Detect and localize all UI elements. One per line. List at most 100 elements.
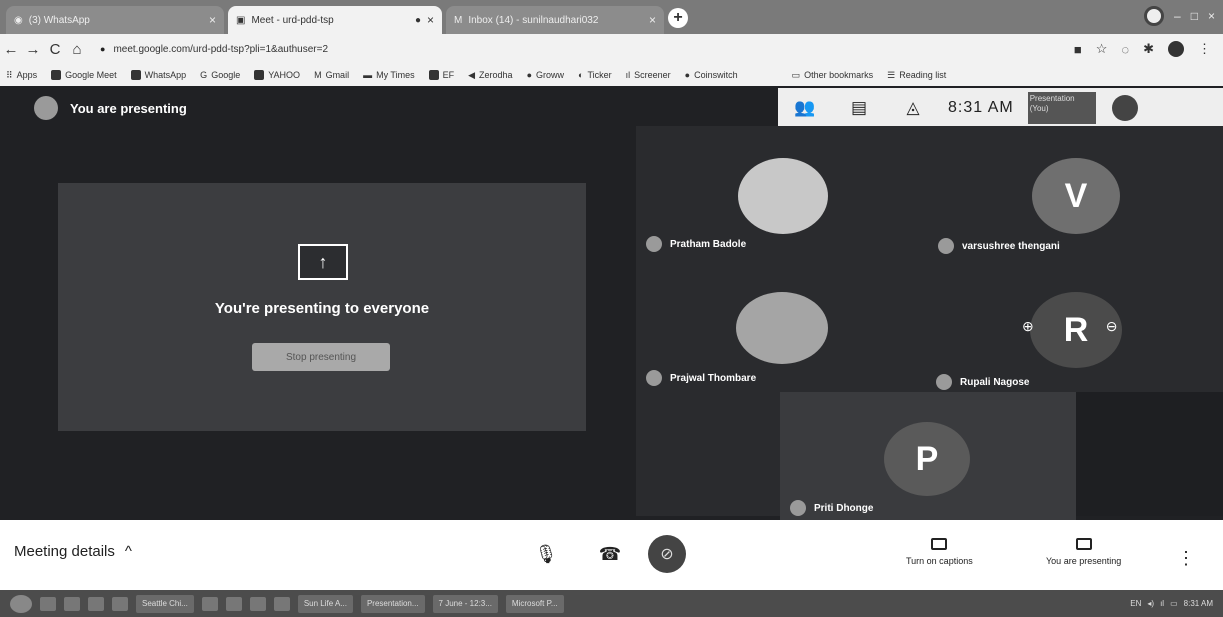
explorer-icon[interactable] (64, 596, 80, 611)
volume-icon[interactable]: ◂) (1147, 599, 1154, 608)
folder-icon: ▭ (791, 69, 801, 80)
forward-icon[interactable]: → (22, 41, 44, 58)
address-bar-row: ← → C ⌂ ● meet.google.com/urd-pdd-tsp?pl… (0, 34, 1223, 64)
avatar (34, 96, 58, 120)
you-are-presenting-button[interactable]: You are presenting (1046, 538, 1121, 566)
zerodha-icon: ◀ (468, 69, 476, 80)
bookmark-screener[interactable]: ıl Screener (626, 70, 671, 80)
bookmarks-bar: ⠿ Apps Google Meet WhatsApp G Google YAHOO… (0, 64, 1223, 86)
system-tray: EN ◂) ıl ▭ 8:31 AM (1130, 599, 1213, 608)
window-controls: – □ × (1144, 6, 1215, 26)
chevron-up-icon: ^ (124, 543, 132, 560)
ticker-icon: ◐ (578, 70, 584, 80)
bookmark-groww[interactable]: ● Groww (527, 70, 564, 80)
apps-icon: ⠿ (6, 69, 13, 80)
meet-icon: ▣ (236, 14, 246, 26)
minimize-icon[interactable]: – (1174, 9, 1181, 23)
taskbar-item[interactable]: Sun Life A... (297, 594, 353, 613)
bookmark-whatsapp[interactable]: WhatsApp (130, 70, 186, 80)
captions-button[interactable]: Turn on captions (906, 538, 973, 566)
bookmark-other[interactable]: ▭ Other bookmarks (792, 70, 874, 81)
gmail-icon: M (314, 70, 322, 80)
recording-icon: ● (414, 14, 421, 26)
app-icon[interactable] (112, 596, 128, 611)
participant-label: Rupali Nagose (936, 374, 1029, 390)
start-icon[interactable] (10, 594, 32, 613)
tab-title: Inbox (14) - sunilnaudhari032 (468, 14, 599, 26)
tab-gmail[interactable]: M Inbox (14) - sunilnaudhari032 × (446, 6, 664, 34)
meeting-details-button[interactable]: Meeting details ^ (14, 543, 132, 560)
reload-icon[interactable]: C (44, 41, 66, 58)
stop-presenting-button[interactable]: Stop presenting (252, 343, 390, 371)
extension-icon[interactable]: ◌ (1121, 42, 1129, 57)
profile-icon[interactable] (1144, 6, 1165, 26)
chrome-icon[interactable] (201, 596, 218, 611)
media-icon[interactable] (88, 596, 104, 611)
url-field[interactable]: meet.google.com/urd-pdd-tsp?pli=1&authus… (113, 44, 1073, 55)
home-icon[interactable]: ⌂ (66, 41, 88, 58)
bookmark-apps[interactable]: ⠿ Apps (6, 70, 37, 81)
star-icon[interactable]: ☆ (1096, 41, 1108, 57)
close-icon[interactable]: × (427, 13, 434, 27)
app-icon[interactable] (225, 596, 242, 611)
maximize-icon[interactable]: □ (1191, 9, 1198, 23)
remove-icon[interactable]: ⊖ (1106, 318, 1118, 335)
leave-call-icon[interactable]: ☎ (598, 544, 622, 564)
present-screen-icon: ↑ (298, 244, 348, 280)
ef-icon (428, 70, 439, 80)
google-icon: G (200, 70, 208, 80)
participant-tile (1076, 392, 1223, 516)
chat-icon[interactable]: ▤ (832, 98, 886, 118)
network-icon[interactable]: ıl (1160, 599, 1164, 608)
bookmark-google-meet[interactable]: Google Meet (51, 70, 117, 80)
bookmark-yahoo[interactable]: YAHOO (254, 70, 300, 80)
bookmark-gmail[interactable]: M Gmail (314, 70, 349, 80)
bookmark-my-times[interactable]: ▬ My Times (363, 70, 415, 80)
taskbar-item[interactable]: 7 June - 12:3... (432, 594, 498, 613)
microphone-icon[interactable]: 🎙 (535, 544, 558, 564)
new-tab-button[interactable]: + (668, 8, 688, 28)
bookmark-google[interactable]: G Google (200, 70, 240, 80)
screener-icon: ıl (625, 70, 631, 80)
participant-name: Rupali Nagose (960, 376, 1030, 388)
app-icon[interactable] (249, 596, 266, 611)
tab-strip: ◉ (3) WhatsApp × ▣ Meet - urd-pdd-tsp ● … (0, 0, 1223, 34)
back-icon[interactable]: ← (0, 41, 22, 58)
avatar[interactable] (1168, 41, 1184, 57)
close-icon[interactable]: × (209, 13, 216, 27)
lock-icon: ● (100, 44, 106, 54)
ie-icon[interactable] (40, 596, 56, 611)
taskbar: Seattle Chi... Sun Life A... Presentatio… (0, 590, 1223, 617)
self-avatar[interactable] (1111, 95, 1138, 121)
coinswitch-icon: ● (684, 70, 691, 80)
pin-icon[interactable]: ⊕ (1022, 318, 1034, 335)
battery-icon[interactable]: ▭ (1170, 599, 1178, 608)
camera-indicator-icon[interactable]: ■ (1074, 42, 1082, 57)
reading-list-icon: ☰ (887, 69, 896, 80)
presentation-thumbnail[interactable]: Presentation (You) (1027, 92, 1096, 124)
bookmark-zerodha[interactable]: ◀ Zerodha (468, 70, 512, 81)
close-icon[interactable]: × (649, 13, 656, 27)
menu-icon[interactable]: ⋮ (1198, 41, 1211, 57)
people-icon[interactable]: 👥 (778, 98, 832, 118)
taskbar-item[interactable]: Microsoft P... (505, 594, 564, 613)
app-icon[interactable] (273, 596, 290, 611)
taskbar-item[interactable]: Presentation... (360, 594, 425, 613)
top-right-toolbar: 👥 ▤ ◬ 8:31 AM Presentation (You) (778, 88, 1223, 128)
activities-icon[interactable]: ◬ (886, 98, 940, 118)
language-indicator[interactable]: EN (1130, 599, 1141, 608)
bookmark-reading-list[interactable]: ☰ Reading list (887, 70, 946, 81)
you-presenting-label: You are presenting (1046, 556, 1122, 566)
bookmark-coinswitch[interactable]: ● Coinswitch (685, 70, 738, 80)
taskbar-clock[interactable]: 8:31 AM (1184, 599, 1213, 608)
close-window-icon[interactable]: × (1208, 9, 1215, 23)
camera-off-icon[interactable]: ⊘ (648, 535, 686, 573)
more-options-icon[interactable]: ⋮ (1177, 548, 1195, 568)
bookmark-ef[interactable]: EF (428, 70, 454, 80)
tab-whatsapp[interactable]: ◉ (3) WhatsApp × (6, 6, 224, 34)
bookmark-ticker[interactable]: ◐ Ticker (578, 70, 612, 80)
puzzle-icon[interactable]: ✱ (1143, 41, 1154, 57)
participant-label: Prajwal Thombare (646, 370, 756, 386)
tab-meet[interactable]: ▣ Meet - urd-pdd-tsp ● × (228, 6, 442, 34)
taskbar-item[interactable]: Seattle Chi... (136, 594, 194, 613)
